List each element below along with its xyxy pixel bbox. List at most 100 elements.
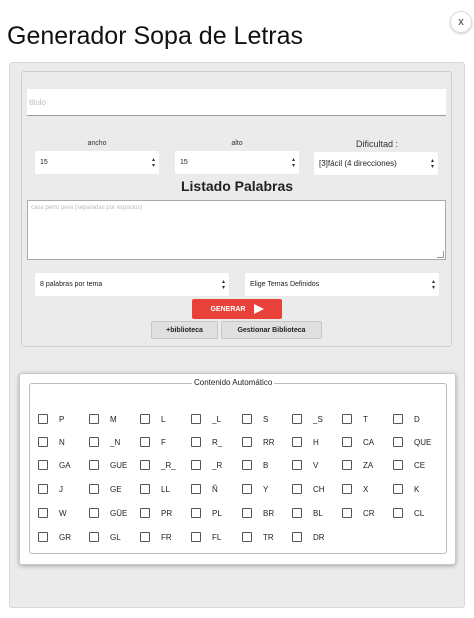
checkbox[interactable]: [342, 437, 352, 447]
checkbox[interactable]: [292, 414, 302, 424]
contenido-option[interactable]: GR: [38, 531, 71, 543]
resize-handle-icon[interactable]: [437, 251, 444, 258]
checkbox[interactable]: [38, 437, 48, 447]
contenido-option[interactable]: T: [342, 413, 368, 425]
checkbox[interactable]: [89, 532, 99, 542]
checkbox[interactable]: [38, 508, 48, 518]
contenido-option[interactable]: F: [140, 436, 166, 448]
checkbox[interactable]: [242, 484, 252, 494]
checkbox[interactable]: [242, 460, 252, 470]
contenido-option[interactable]: FL: [191, 531, 221, 543]
add-biblioteca-button[interactable]: +biblioteca: [151, 321, 218, 339]
checkbox[interactable]: [140, 460, 150, 470]
contenido-option[interactable]: L: [140, 413, 165, 425]
checkbox[interactable]: [140, 484, 150, 494]
contenido-option[interactable]: FR: [140, 531, 172, 543]
checkbox[interactable]: [292, 484, 302, 494]
contenido-option[interactable]: M: [89, 413, 117, 425]
contenido-option[interactable]: GÜE: [89, 507, 127, 519]
contenido-option[interactable]: GA: [38, 459, 71, 471]
contenido-option[interactable]: _S: [292, 413, 323, 425]
checkbox[interactable]: [342, 414, 352, 424]
contenido-option[interactable]: LL: [140, 483, 170, 495]
ancho-select[interactable]: 15 ▴ ▾: [35, 151, 159, 174]
contenido-option[interactable]: B: [242, 459, 268, 471]
checkbox[interactable]: [191, 484, 201, 494]
contenido-option[interactable]: CE: [393, 459, 425, 471]
checkbox[interactable]: [191, 437, 201, 447]
contenido-option[interactable]: S: [242, 413, 268, 425]
contenido-option[interactable]: BL: [292, 507, 323, 519]
contenido-option[interactable]: _R_: [140, 459, 176, 471]
checkbox[interactable]: [140, 532, 150, 542]
dificultad-select[interactable]: [3]fácil (4 direcciones) ▴ ▾: [314, 152, 438, 175]
checkbox[interactable]: [292, 508, 302, 518]
palabras-por-tema-select[interactable]: 8 palabras por tema ▴ ▾: [35, 273, 229, 296]
alto-select[interactable]: 15 ▴ ▾: [175, 151, 299, 174]
contenido-option[interactable]: CH: [292, 483, 325, 495]
checkbox[interactable]: [242, 437, 252, 447]
contenido-option[interactable]: GL: [89, 531, 121, 543]
checkbox[interactable]: [342, 508, 352, 518]
checkbox[interactable]: [89, 437, 99, 447]
checkbox[interactable]: [292, 437, 302, 447]
contenido-option[interactable]: GUE: [89, 459, 127, 471]
checkbox[interactable]: [242, 508, 252, 518]
contenido-option[interactable]: J: [38, 483, 63, 495]
contenido-option[interactable]: _N: [89, 436, 120, 448]
close-button[interactable]: x: [450, 11, 472, 33]
temas-select[interactable]: Elige Temas Definidos ▴ ▾: [245, 273, 439, 296]
contenido-option[interactable]: K: [393, 483, 419, 495]
checkbox[interactable]: [393, 460, 403, 470]
contenido-option[interactable]: Y: [242, 483, 268, 495]
contenido-option[interactable]: Ñ: [191, 483, 218, 495]
contenido-option[interactable]: GE: [89, 483, 122, 495]
contenido-option[interactable]: BR: [242, 507, 274, 519]
gestionar-biblioteca-button[interactable]: Gestionar Biblioteca: [221, 321, 322, 339]
checkbox[interactable]: [242, 532, 252, 542]
checkbox[interactable]: [393, 508, 403, 518]
checkbox[interactable]: [140, 414, 150, 424]
contenido-option[interactable]: ZA: [342, 459, 373, 471]
contenido-option[interactable]: DR: [292, 531, 325, 543]
contenido-option[interactable]: TR: [242, 531, 274, 543]
checkbox[interactable]: [191, 460, 201, 470]
checkbox[interactable]: [38, 460, 48, 470]
checkbox[interactable]: [393, 437, 403, 447]
checkbox[interactable]: [89, 460, 99, 470]
checkbox[interactable]: [393, 484, 403, 494]
checkbox[interactable]: [38, 484, 48, 494]
checkbox[interactable]: [38, 414, 48, 424]
contenido-option[interactable]: R_: [191, 436, 222, 448]
contenido-option[interactable]: D: [393, 413, 420, 425]
contenido-option[interactable]: _L: [191, 413, 221, 425]
generar-button[interactable]: GENERAR: [192, 299, 282, 319]
checkbox[interactable]: [89, 508, 99, 518]
contenido-option[interactable]: RR: [242, 436, 275, 448]
checkbox[interactable]: [191, 508, 201, 518]
contenido-option[interactable]: W: [38, 507, 67, 519]
checkbox[interactable]: [342, 484, 352, 494]
checkbox[interactable]: [393, 414, 403, 424]
contenido-option[interactable]: _R: [191, 459, 222, 471]
checkbox[interactable]: [191, 532, 201, 542]
contenido-option[interactable]: CL: [393, 507, 424, 519]
contenido-option[interactable]: PL: [191, 507, 222, 519]
contenido-option[interactable]: X: [342, 483, 368, 495]
checkbox[interactable]: [191, 414, 201, 424]
checkbox[interactable]: [140, 508, 150, 518]
checkbox[interactable]: [342, 460, 352, 470]
contenido-option[interactable]: CA: [342, 436, 374, 448]
contenido-option[interactable]: H: [292, 436, 319, 448]
checkbox[interactable]: [292, 460, 302, 470]
checkbox[interactable]: [140, 437, 150, 447]
contenido-option[interactable]: V: [292, 459, 318, 471]
words-textarea[interactable]: casa perro pera (separadas por espacios): [27, 200, 446, 260]
checkbox[interactable]: [89, 484, 99, 494]
contenido-option[interactable]: P: [38, 413, 64, 425]
checkbox[interactable]: [242, 414, 252, 424]
contenido-option[interactable]: CR: [342, 507, 375, 519]
contenido-option[interactable]: PR: [140, 507, 172, 519]
checkbox[interactable]: [89, 414, 99, 424]
title-input[interactable]: titulo: [27, 89, 446, 116]
